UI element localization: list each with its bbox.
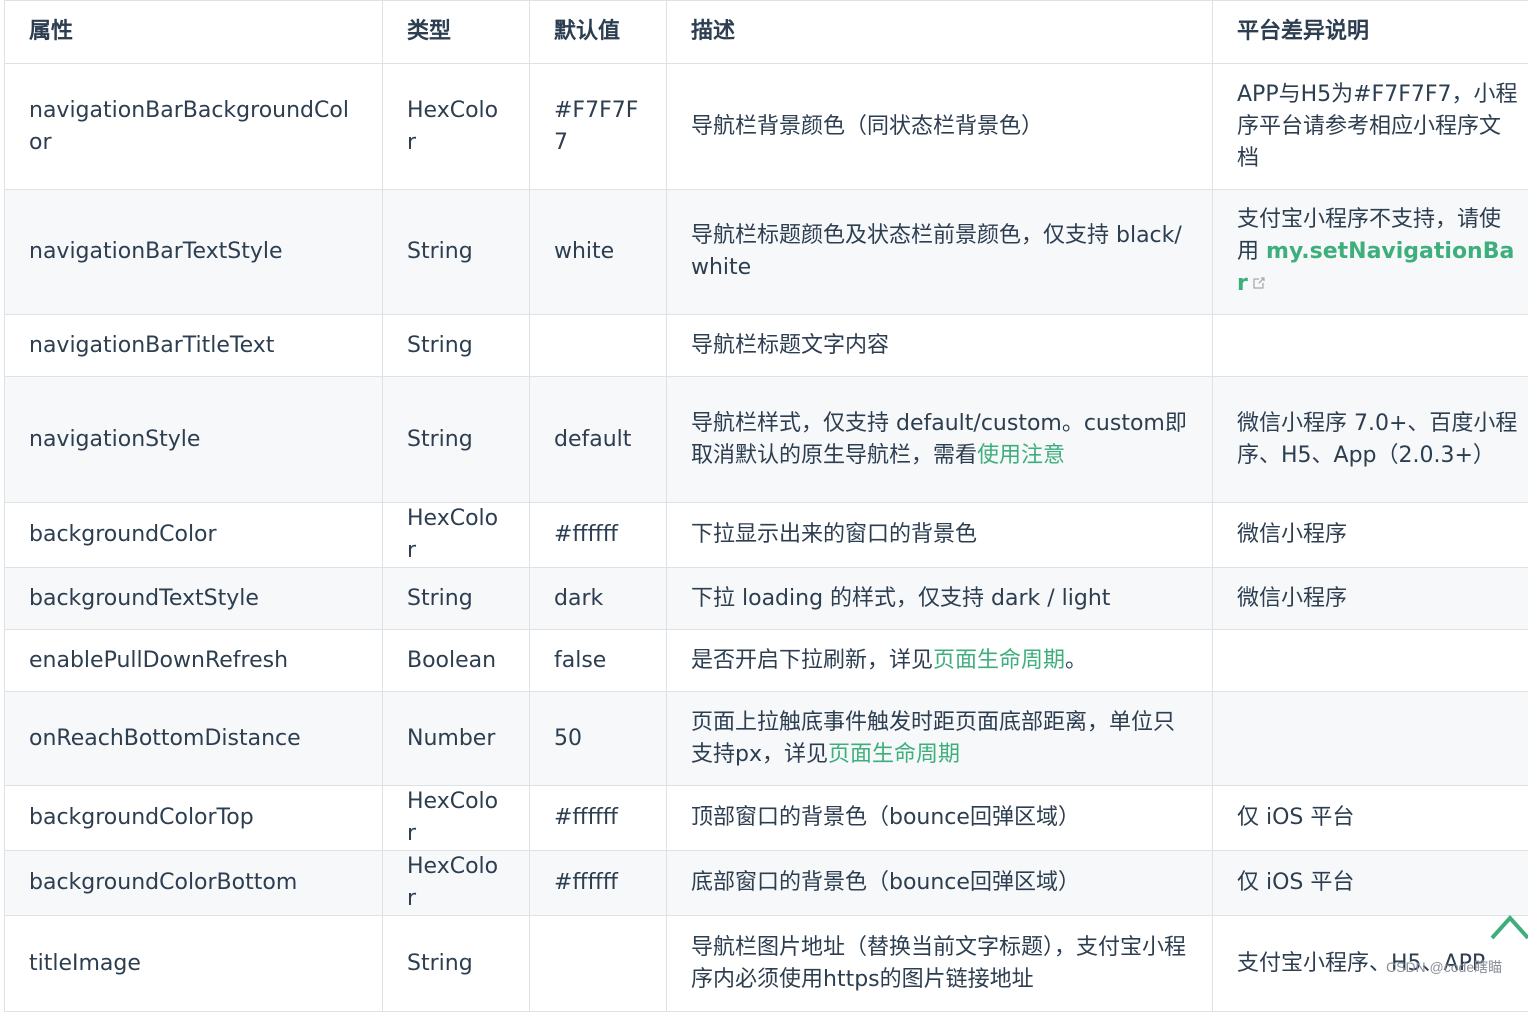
cell-description: 底部窗口的背景色（bounce回弹区域） [667,851,1213,916]
table-row: backgroundColor HexColor #ffffff 下拉显示出来的… [5,503,1528,568]
cell-type: HexColor [383,503,530,568]
back-to-top-button[interactable] [1490,912,1528,942]
cell-property: navigationBarBackgroundColor [5,64,383,190]
watermark: CSDN @code瞎瞄 [1386,957,1502,977]
cell-default: #ffffff [530,851,667,916]
cell-property: titleImage [5,916,383,1012]
cell-platform: 支付宝小程序不支持，请使用 my.setNavigationBar [1213,190,1528,315]
cell-property: backgroundColor [5,503,383,568]
cell-description: 导航栏背景颜色（同状态栏背景色） [667,64,1213,190]
page-lifecycle-link[interactable]: 页面生命周期 [828,742,960,767]
usage-notes-link[interactable]: 使用注意 [977,443,1065,468]
header-default: 默认值 [530,1,667,64]
cell-type: HexColor [383,786,530,851]
properties-table: 属性 类型 默认值 描述 平台差异说明 navigationBarBackgro… [4,0,1528,1012]
cell-description: 导航栏图片地址（替换当前文字标题），支付宝小程序内必须使用https的图片链接地… [667,916,1213,1012]
cell-type: String [383,377,530,503]
set-navigation-bar-link-label: my.setNavigationBar [1237,239,1514,296]
cell-platform: 微信小程序 7.0+、百度小程序、H5、App（2.0.3+） [1213,377,1528,503]
cell-platform [1213,630,1528,692]
cell-property: navigationBarTitleText [5,315,383,377]
cell-default: #ffffff [530,786,667,851]
cell-platform: 仅 iOS 平台 [1213,851,1528,916]
header-type: 类型 [383,1,530,64]
table-header-row: 属性 类型 默认值 描述 平台差异说明 [5,1,1528,64]
cell-description: 导航栏样式，仅支持 default/custom。custom即取消默认的原生导… [667,377,1213,503]
description-text-after: 。 [1065,648,1087,673]
cell-default: default [530,377,667,503]
cell-type: Boolean [383,630,530,692]
table-row: titleImage String 导航栏图片地址（替换当前文字标题），支付宝小… [5,916,1528,1012]
cell-description: 下拉显示出来的窗口的背景色 [667,503,1213,568]
cell-platform: 微信小程序 [1213,503,1528,568]
cell-type: String [383,190,530,315]
cell-type: String [383,568,530,630]
description-text: 是否开启下拉刷新，详见 [691,648,933,673]
cell-default: 50 [530,692,667,786]
cell-type: HexColor [383,64,530,190]
cell-description: 导航栏标题颜色及状态栏前景颜色，仅支持 black/white [667,190,1213,315]
table-row: backgroundTextStyle String dark 下拉 loadi… [5,568,1528,630]
header-platform-notes: 平台差异说明 [1213,1,1528,64]
cell-default: false [530,630,667,692]
cell-property: backgroundColorBottom [5,851,383,916]
cell-platform [1213,692,1528,786]
description-text: 导航栏样式，仅支持 default/custom。custom即取消默认的原生导… [691,411,1187,468]
cell-type: String [383,916,530,1012]
cell-description: 导航栏标题文字内容 [667,315,1213,377]
cell-platform: 仅 iOS 平台 [1213,786,1528,851]
cell-property: navigationStyle [5,377,383,503]
table-row: navigationBarTextStyle String white 导航栏标… [5,190,1528,315]
table-row: navigationBarBackgroundColor HexColor #F… [5,64,1528,190]
chevron-up-icon [1490,912,1528,942]
cell-property: enablePullDownRefresh [5,630,383,692]
cell-platform [1213,315,1528,377]
cell-default: #ffffff [530,503,667,568]
table-row: backgroundColorTop HexColor #ffffff 顶部窗口… [5,786,1528,851]
cell-type: HexColor [383,851,530,916]
cell-default: #F7F7F7 [530,64,667,190]
page-lifecycle-link[interactable]: 页面生命周期 [933,648,1065,673]
table-row: navigationBarTitleText String 导航栏标题文字内容 [5,315,1528,377]
cell-description: 下拉 loading 的样式，仅支持 dark / light [667,568,1213,630]
header-property: 属性 [5,1,383,64]
cell-default [530,315,667,377]
cell-default: white [530,190,667,315]
cell-property: onReachBottomDistance [5,692,383,786]
cell-description: 顶部窗口的背景色（bounce回弹区域） [667,786,1213,851]
cell-description: 页面上拉触底事件触发时距页面底部距离，单位只支持px，详见页面生命周期 [667,692,1213,786]
cell-property: backgroundColorTop [5,786,383,851]
cell-type: String [383,315,530,377]
cell-property: backgroundTextStyle [5,568,383,630]
cell-default: dark [530,568,667,630]
table-row: onReachBottomDistance Number 50 页面上拉触底事件… [5,692,1528,786]
cell-description: 是否开启下拉刷新，详见页面生命周期。 [667,630,1213,692]
table-row: enablePullDownRefresh Boolean false 是否开启… [5,630,1528,692]
header-description: 描述 [667,1,1213,64]
cell-property: navigationBarTextStyle [5,190,383,315]
external-link-icon [1251,275,1267,291]
cell-platform: 微信小程序 [1213,568,1528,630]
cell-platform: APP与H5为#F7F7F7，小程序平台请参考相应小程序文档 [1213,64,1528,190]
table-row: backgroundColorBottom HexColor #ffffff 底… [5,851,1528,916]
cell-default [530,916,667,1012]
cell-type: Number [383,692,530,786]
set-navigation-bar-link[interactable]: my.setNavigationBar [1237,239,1514,296]
table-row: navigationStyle String default 导航栏样式，仅支持… [5,377,1528,503]
